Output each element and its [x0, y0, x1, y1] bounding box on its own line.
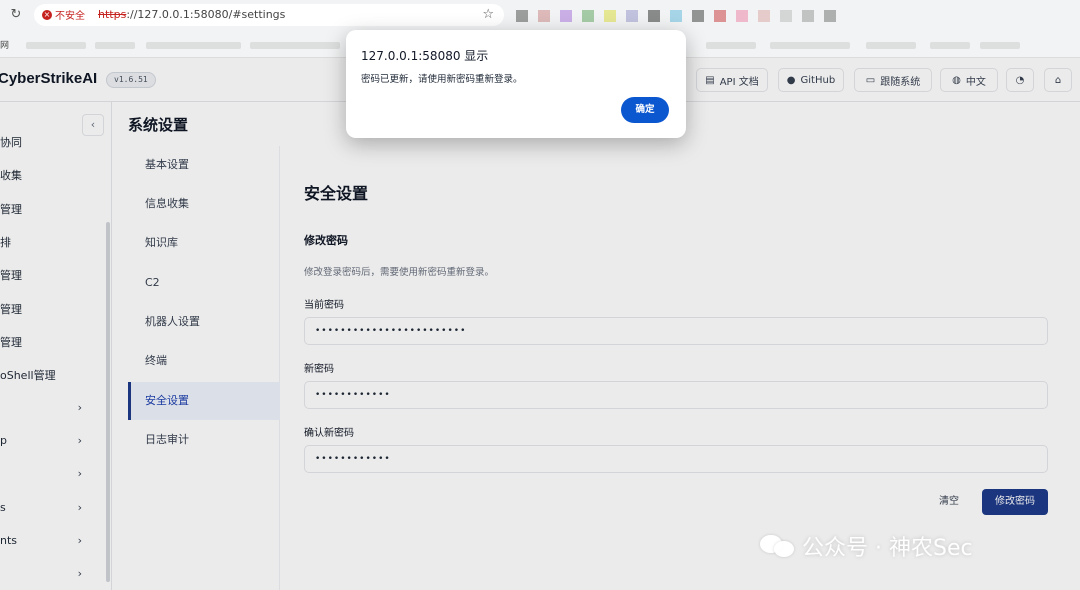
watermark-text: 公众号 · 神农Sec	[802, 536, 973, 561]
dialog-message: 密码已更新，请使用新密码重新登录。	[361, 74, 523, 85]
insecure-label: 不安全	[55, 11, 85, 22]
bookmark-item[interactable]	[930, 42, 970, 49]
bookmark-item[interactable]	[250, 42, 340, 49]
extension-icon[interactable]	[670, 10, 682, 22]
url-scheme: https	[98, 8, 127, 21]
extension-icon[interactable]	[648, 10, 660, 22]
dialog-ok-button[interactable]: 确定	[621, 97, 669, 123]
bookmark-item[interactable]	[866, 42, 916, 49]
extension-icon[interactable]	[626, 10, 638, 22]
extension-icon[interactable]	[802, 10, 814, 22]
extension-icon[interactable]	[714, 10, 726, 22]
wechat-icon	[760, 533, 794, 559]
extensions-row	[516, 10, 836, 22]
security-indicator[interactable]: × 不安全	[42, 7, 85, 22]
extension-icon[interactable]	[736, 10, 748, 22]
bookmark-item[interactable]	[26, 42, 86, 49]
extension-icon[interactable]	[604, 10, 616, 22]
extension-icon[interactable]	[538, 10, 550, 22]
extension-icon[interactable]	[582, 10, 594, 22]
url-rest: ://127.0.0.1:58080/#settings	[126, 8, 286, 21]
warning-icon: ×	[42, 9, 52, 20]
bookmark-item[interactable]	[706, 42, 756, 49]
extension-icon[interactable]	[560, 10, 572, 22]
bookmark-item[interactable]	[95, 42, 135, 49]
bookmark-item[interactable]	[770, 42, 850, 49]
address-bar[interactable]: × 不安全 https://127.0.0.1:58080/#settings …	[34, 4, 504, 26]
dialog-title: 127.0.0.1:58080 显示	[361, 49, 489, 63]
extension-icon[interactable]	[780, 10, 792, 22]
bookmark-item[interactable]: 网	[0, 38, 9, 51]
bookmark-item[interactable]	[146, 42, 241, 49]
extension-icon[interactable]	[758, 10, 770, 22]
extension-icon[interactable]	[824, 10, 836, 22]
watermark: 公众号 · 神农Sec	[760, 530, 973, 562]
url-text[interactable]: https://127.0.0.1:58080/#settings	[98, 8, 285, 21]
bookmark-star-icon[interactable]: ☆	[482, 7, 494, 22]
extension-icon[interactable]	[692, 10, 704, 22]
alert-dialog: 127.0.0.1:58080 显示 密码已更新，请使用新密码重新登录。 确定	[346, 30, 686, 138]
bookmark-item[interactable]	[980, 42, 1020, 49]
extension-icon[interactable]	[516, 10, 528, 22]
reload-icon[interactable]: ↻	[8, 7, 24, 23]
